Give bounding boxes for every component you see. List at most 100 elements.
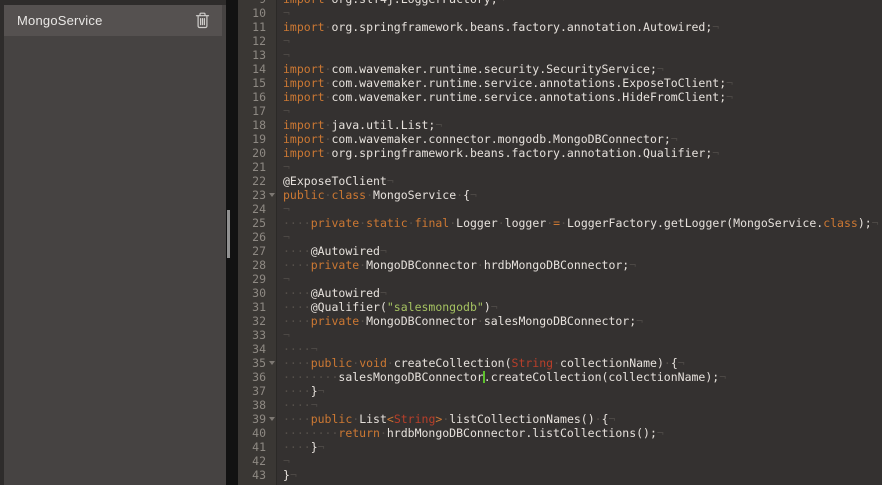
code-line[interactable]: 35····public·void·createCollection(Strin…	[238, 356, 882, 370]
code-line[interactable]: 41····}¬	[238, 440, 882, 454]
code-text: ····¬	[277, 398, 318, 412]
gutter-cell: 16	[238, 90, 277, 104]
code-token: ·	[366, 188, 373, 202]
newline-mark: ¬	[872, 216, 879, 230]
code-token: private	[311, 216, 359, 230]
code-token: import	[283, 118, 325, 132]
newline-mark: ¬	[657, 62, 664, 76]
code-text: public·class·MongoService·{¬	[277, 188, 477, 202]
code-line[interactable]: 27····@Autowired¬	[238, 244, 882, 258]
code-line[interactable]: 19import·com.wavemaker.connector.mongodb…	[238, 132, 882, 146]
service-editor-window: MongoService 9import·org.slf4j.LoggerFac…	[0, 0, 882, 485]
gutter-cell: 38	[238, 398, 277, 412]
gutter-cell: 26	[238, 230, 277, 244]
newline-mark: ¬	[636, 314, 643, 328]
code-token: com.wavemaker.runtime.service.annotation…	[331, 90, 726, 104]
code-line[interactable]: 40········return·hrdbMongoDBConnector.li…	[238, 426, 882, 440]
fold-toggle-icon[interactable]	[266, 361, 277, 365]
code-line[interactable]: 26¬	[238, 230, 882, 244]
code-line[interactable]: 10¬	[238, 6, 882, 20]
code-line[interactable]: 39····public·List<String>·listCollection…	[238, 412, 882, 426]
gutter-cell: 32	[238, 314, 277, 328]
code-token: MongoService	[373, 188, 456, 202]
newline-mark: ¬	[435, 118, 442, 132]
newline-mark: ¬	[318, 440, 325, 454]
line-number: 25	[238, 216, 266, 230]
sidebar-item-mongoservice[interactable]: MongoService	[4, 5, 222, 36]
line-number: 35	[238, 356, 266, 370]
code-token: {	[602, 412, 609, 426]
code-text: }¬	[277, 468, 297, 482]
code-token: import	[283, 146, 325, 160]
code-text: import·org.springframework.beans.factory…	[277, 146, 719, 160]
code-line[interactable]: 43}¬	[238, 468, 882, 482]
code-text: import·org.springframework.beans.factory…	[277, 20, 719, 34]
code-token: String	[512, 356, 554, 370]
line-number: 31	[238, 300, 266, 314]
sidebar-scrollbar-thumb[interactable]	[227, 210, 230, 258]
code-line[interactable]: 32····private·MongoDBConnector·salesMong…	[238, 314, 882, 328]
code-token: ····	[283, 216, 311, 230]
code-text: ····public·List<String>·listCollectionNa…	[277, 412, 615, 426]
code-token: class	[823, 216, 858, 230]
line-number: 13	[238, 48, 266, 62]
code-token: import	[283, 76, 325, 90]
code-line[interactable]: 42¬	[238, 454, 882, 468]
code-line[interactable]: 38····¬	[238, 398, 882, 412]
code-token: ····	[283, 440, 311, 454]
code-token: logger	[505, 216, 547, 230]
code-line[interactable]: 18import·java.util.List;¬	[238, 118, 882, 132]
code-line[interactable]: 20import·org.springframework.beans.facto…	[238, 146, 882, 160]
code-text: ¬	[277, 104, 290, 118]
line-number: 19	[238, 132, 266, 146]
line-number: 30	[238, 286, 266, 300]
gutter-cell: 31	[238, 300, 277, 314]
code-line[interactable]: 13¬	[238, 48, 882, 62]
code-text: import·java.util.List;¬	[277, 118, 442, 132]
code-token: class	[331, 188, 366, 202]
code-line[interactable]: 16import·com.wavemaker.runtime.service.a…	[238, 90, 882, 104]
code-token: listCollectionNames()	[449, 412, 594, 426]
code-line[interactable]: 28····private·MongoDBConnector·hrdbMongo…	[238, 258, 882, 272]
code-line[interactable]: 29¬	[238, 272, 882, 286]
code-line[interactable]: 30····@Autowired¬	[238, 286, 882, 300]
code-token: LoggerFactory.getLogger(MongoService.	[567, 216, 823, 230]
code-text: ····}¬	[277, 440, 325, 454]
delete-service-button[interactable]	[194, 12, 211, 30]
code-token: import	[283, 90, 325, 104]
code-editor[interactable]: 9import·org.slf4j.LoggerFactory;¬10¬11im…	[238, 0, 882, 485]
code-line[interactable]: 11import·org.springframework.beans.facto…	[238, 20, 882, 34]
code-token: salesMongoDBConnector;	[484, 314, 636, 328]
code-token: {	[671, 356, 678, 370]
fold-toggle-icon[interactable]	[266, 193, 277, 197]
code-line[interactable]: 37····}¬	[238, 384, 882, 398]
code-line[interactable]: 36········salesMongoDBConnector.createCo…	[238, 370, 882, 384]
code-token: ····	[283, 314, 311, 328]
gutter-cell: 25	[238, 216, 277, 230]
code-line[interactable]: 14import·com.wavemaker.runtime.security.…	[238, 62, 882, 76]
code-token: ·	[664, 356, 671, 370]
code-line[interactable]: 24¬	[238, 202, 882, 216]
code-line[interactable]: 23public·class·MongoService·{¬	[238, 188, 882, 202]
code-line[interactable]: 12¬	[238, 34, 882, 48]
line-number: 33	[238, 328, 266, 342]
sidebar-scrollbar-track[interactable]	[226, 0, 238, 485]
newline-mark: ¬	[609, 412, 616, 426]
code-line[interactable]: 31····@Qualifier("salesmongodb")¬	[238, 300, 882, 314]
gutter-cell: 41	[238, 440, 277, 454]
fold-toggle-icon[interactable]	[266, 417, 277, 421]
gutter-cell: 13	[238, 48, 277, 62]
code-line[interactable]: 25····private·static·final·Logger·logger…	[238, 216, 882, 230]
code-text: import·com.wavemaker.runtime.security.Se…	[277, 62, 664, 76]
code-line[interactable]: 17¬	[238, 104, 882, 118]
code-line[interactable]: 22@ExposeToClient¬	[238, 174, 882, 188]
gutter-cell: 28	[238, 258, 277, 272]
code-token: hrdbMongoDBConnector.listCollections();	[387, 426, 657, 440]
code-line[interactable]: 33¬	[238, 328, 882, 342]
code-lines: 9import·org.slf4j.LoggerFactory;¬10¬11im…	[238, 0, 882, 482]
gutter-cell: 40	[238, 426, 277, 440]
code-line[interactable]: 15import·com.wavemaker.runtime.service.a…	[238, 76, 882, 90]
code-line[interactable]: 34····¬	[238, 342, 882, 356]
code-line[interactable]: 21¬	[238, 160, 882, 174]
gutter-cell: 19	[238, 132, 277, 146]
